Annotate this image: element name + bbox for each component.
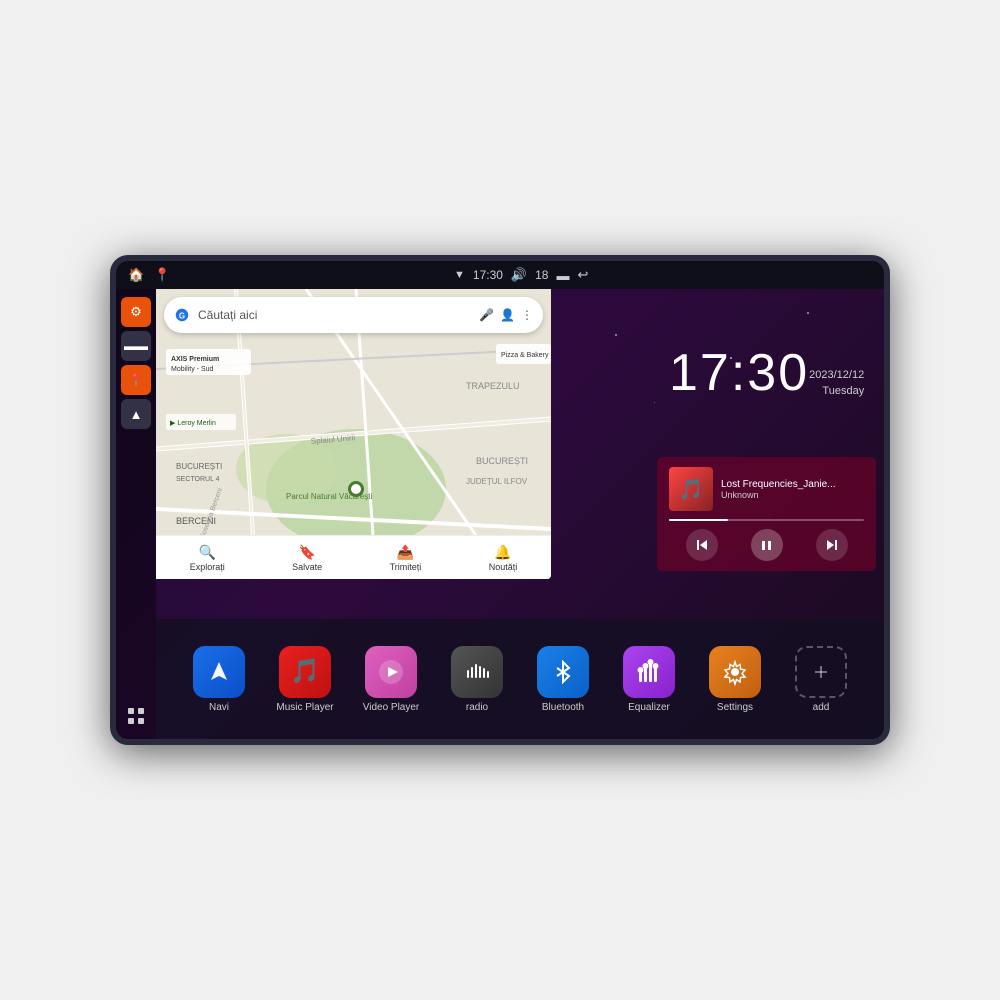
music-info: 🎵 Lost Frequencies_Janie... Unknown [669,467,864,511]
app-item-navi[interactable]: Navi [183,646,255,713]
svg-text:Pizza & Bakery: Pizza & Bakery [501,352,549,359]
pause-button[interactable] [751,529,783,561]
voice-search-icon[interactable]: 🎤 [479,308,494,322]
sidebar-nav-icon[interactable]: ▲ [121,399,151,429]
share-icon: 📤 [397,544,414,561]
track-details: Lost Frequencies_Janie... Unknown [721,479,864,500]
updates-icon: 🔔 [494,544,511,561]
sidebar-map-icon[interactable]: 📍 [121,365,151,395]
svg-text:BUCUREȘTI: BUCUREȘTI [476,456,528,466]
saved-icon: 🔖 [298,544,315,561]
right-panel: 17:30 2023/12/12 Tuesday 🎵 Lost Frequ [649,289,884,579]
main-area: ⚙ ▬▬ 📍 ▲ [116,289,884,739]
day-text: Tuesday [822,385,864,397]
updates-label: Noutăți [489,562,518,572]
home-icon[interactable]: 🏠 [128,267,144,283]
share-label: Trimiteți [390,562,422,572]
maps-nav-updates[interactable]: 🔔 Noutăți [489,544,518,572]
maps-search-bar[interactable]: G Căutați aici 🎤 👤 ⋮ [164,297,543,333]
battery-icon: ▬ [556,268,569,283]
svg-text:G: G [179,312,185,321]
svg-text:TRAPEZULU: TRAPEZULU [466,381,520,391]
app-item-add[interactable]: add [785,646,857,713]
clock-date: 2023/12/12 Tuesday [809,368,864,399]
volume-level: 18 [535,268,548,282]
explore-label: Explorați [190,562,225,572]
sidebar-folder-icon[interactable]: ▬▬ [121,331,151,361]
equalizer-icon [623,646,675,698]
map-container[interactable]: TRAPEZULU BUCUREȘTI JUDEȚUL ILFOV BUCURE… [156,289,551,579]
maps-nav-explore[interactable]: 🔍 Explorați [190,544,225,572]
equalizer-label: Equalizer [628,702,670,713]
svg-text:▶ Leroy Merlin: ▶ Leroy Merlin [170,420,216,427]
status-left-icons: 🏠 📍 [128,267,170,283]
radio-label: radio [466,702,488,713]
video-player-label: Video Player [363,702,420,713]
center-content: TRAPEZULU BUCUREȘTI JUDEȚUL ILFOV BUCURE… [156,289,884,739]
music-progress-bar[interactable] [669,519,864,521]
more-options-icon[interactable]: ⋮ [521,308,533,322]
music-controls [669,529,864,561]
status-time: 17:30 [473,268,503,282]
maps-search-placeholder: Căutați aici [198,308,479,322]
music-player-icon: 🎵 [279,646,331,698]
back-icon[interactable]: ↩ [577,267,588,283]
radio-icon [451,646,503,698]
sidebar-grid-icon[interactable] [121,701,151,731]
maps-icon[interactable]: 📍 [154,267,170,283]
volume-icon[interactable]: 🔊 [511,267,527,283]
navi-icon [193,646,245,698]
maps-nav-saved[interactable]: 🔖 Salvate [292,544,322,572]
add-icon [795,646,847,698]
maps-bottom-nav: 🔍 Explorați 🔖 Salvate 📤 Trimiteți 🔔 Nout… [156,535,551,579]
album-art: 🎵 [669,467,713,511]
app-grid: Navi 🎵 Music Player Video Pla [156,619,884,739]
settings-label: Settings [717,702,753,713]
signal-icon: ▼ [454,269,465,281]
explore-icon: 🔍 [199,544,216,561]
device-frame: 🏠 📍 ▼ 17:30 🔊 18 ▬ ↩ ⚙ [110,255,890,745]
google-maps-logo: G [174,307,190,323]
app-item-video-player[interactable]: Video Player [355,646,427,713]
progress-fill [669,519,728,521]
status-bar: 🏠 📍 ▼ 17:30 🔊 18 ▬ ↩ [116,261,884,289]
track-title: Lost Frequencies_Janie... [721,479,864,490]
app-item-bluetooth[interactable]: Bluetooth [527,646,599,713]
next-button[interactable] [816,529,848,561]
saved-label: Salvate [292,562,322,572]
sidebar: ⚙ ▬▬ 📍 ▲ [116,289,156,739]
account-icon[interactable]: 👤 [500,308,515,322]
track-artist: Unknown [721,490,864,500]
bluetooth-label: Bluetooth [542,702,584,713]
navi-label: Navi [209,702,229,713]
app-item-music-player[interactable]: 🎵 Music Player [269,646,341,713]
status-center: ▼ 17:30 🔊 18 ▬ ↩ [454,267,588,283]
svg-text:SECTORUL 4: SECTORUL 4 [176,476,220,483]
video-player-icon [365,646,417,698]
music-section: 🎵 Lost Frequencies_Janie... Unknown [657,457,876,571]
app-item-settings[interactable]: Settings [699,646,771,713]
maps-nav-share[interactable]: 📤 Trimiteți [390,544,422,572]
date-text: 2023/12/12 [809,369,864,381]
bluetooth-icon [537,646,589,698]
prev-button[interactable] [686,529,718,561]
svg-text:Mobility - Sud: Mobility - Sud [171,366,214,373]
svg-text:BUCUREȘTI: BUCUREȘTI [176,462,222,471]
add-label: add [813,702,830,713]
app-item-radio[interactable]: radio [441,646,513,713]
settings-icon [709,646,761,698]
clock-section: 17:30 2023/12/12 Tuesday [649,289,884,457]
music-player-label: Music Player [276,702,333,713]
svg-text:JUDEȚUL ILFOV: JUDEȚUL ILFOV [466,477,528,486]
svg-text:AXIS Premium: AXIS Premium [171,356,219,363]
sidebar-settings-icon[interactable]: ⚙ [121,297,151,327]
app-item-equalizer[interactable]: Equalizer [613,646,685,713]
maps-search-icons: 🎤 👤 ⋮ [479,308,533,322]
clock-display: 17:30 [669,347,809,399]
